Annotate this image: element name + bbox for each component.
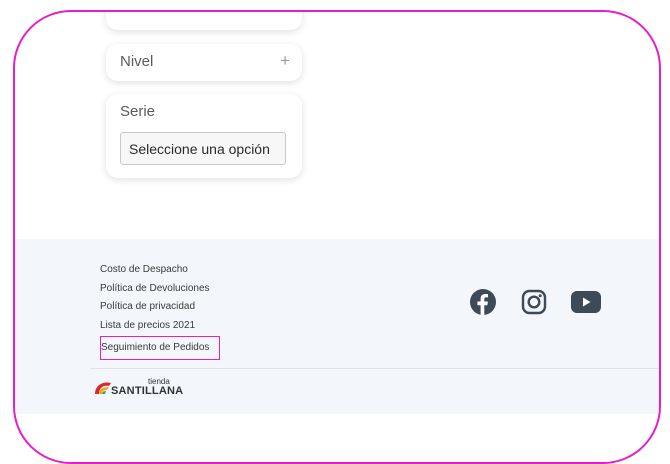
- footer-divider: [90, 368, 659, 369]
- footer-link-seguimiento-pedidos[interactable]: Seguimiento de Pedidos: [100, 336, 221, 360]
- filter-serie-label: Serie: [120, 103, 156, 120]
- footer-links: Costo de Despacho Política de Devolucion…: [100, 261, 221, 360]
- footer-link-costo-despacho[interactable]: Costo de Despacho: [100, 261, 220, 280]
- santillana-logo-icon: [95, 382, 111, 394]
- instagram-icon[interactable]: [521, 289, 547, 320]
- facebook-icon[interactable]: [470, 289, 496, 320]
- logo-brand-text: SANTILLANA: [111, 385, 184, 397]
- youtube-icon[interactable]: [571, 290, 601, 319]
- filter-serie: Serie Seleccione una opción: [106, 94, 302, 178]
- expand-plus-icon[interactable]: +: [280, 51, 290, 71]
- serie-select[interactable]: Seleccione una opción: [120, 132, 286, 165]
- footer-link-devoluciones[interactable]: Política de Devoluciones: [100, 280, 220, 299]
- footer: Costo de Despacho Política de Devolucion…: [15, 239, 659, 414]
- santillana-logo[interactable]: tienda SANTILLANA: [93, 377, 213, 401]
- filter-nivel-label: Nivel: [120, 53, 154, 70]
- highlight-frame: Nivel + Serie Seleccione una opción Cost…: [13, 10, 661, 464]
- footer-link-lista-precios[interactable]: Lista de precios 2021: [100, 317, 220, 336]
- footer-link-privacidad[interactable]: Política de privacidad: [100, 298, 220, 317]
- filter-nivel[interactable]: Nivel +: [106, 44, 302, 81]
- filter-card-partial: [106, 12, 302, 30]
